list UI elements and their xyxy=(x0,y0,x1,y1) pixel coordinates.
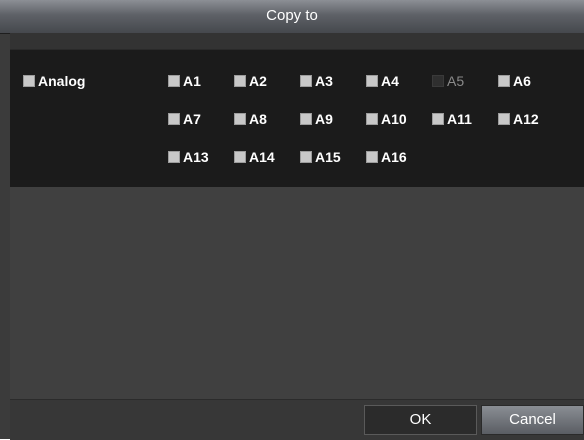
checkbox-a11[interactable] xyxy=(432,113,444,125)
checkbox-a10[interactable] xyxy=(366,113,378,125)
channel-label-a14: A14 xyxy=(249,149,275,165)
checkbox-a3[interactable] xyxy=(300,75,312,87)
channel-checkbox-a6[interactable]: A6 xyxy=(498,73,531,89)
channel-label-a5: A5 xyxy=(447,73,465,89)
channel-label-a6: A6 xyxy=(513,73,531,89)
channel-label-a13: A13 xyxy=(183,149,209,165)
channel-checkbox-a5: A5 xyxy=(432,73,464,89)
empty-content-area xyxy=(10,187,584,399)
analog-label: Analog xyxy=(38,73,86,89)
channel-label-a7: A7 xyxy=(183,111,201,127)
channel-checkbox-a12[interactable]: A12 xyxy=(498,111,539,127)
dialog-title: Copy to xyxy=(0,0,584,34)
ok-button[interactable]: OK xyxy=(364,405,477,435)
channel-label-a3: A3 xyxy=(315,73,333,89)
channel-checkbox-a11[interactable]: A11 xyxy=(432,111,472,127)
analog-checkbox[interactable] xyxy=(23,75,35,87)
cancel-button[interactable]: Cancel xyxy=(481,405,584,435)
checkbox-a5 xyxy=(432,75,444,87)
copy-to-dialog: Copy to Analog A1 A2 A3 A4 A5 A6 A7 A8 A… xyxy=(0,0,584,440)
checkbox-a8[interactable] xyxy=(234,113,246,125)
channel-label-a8: A8 xyxy=(249,111,267,127)
channel-checkbox-a2[interactable]: A2 xyxy=(234,73,267,89)
checkbox-a4[interactable] xyxy=(366,75,378,87)
channel-checkbox-a13[interactable]: A13 xyxy=(168,149,209,165)
channel-label-a2: A2 xyxy=(249,73,267,89)
channel-label-a1: A1 xyxy=(183,73,201,89)
channel-label-a15: A15 xyxy=(315,149,341,165)
checkbox-a1[interactable] xyxy=(168,75,180,87)
channel-checkbox-a10[interactable]: A10 xyxy=(366,111,407,127)
channel-checkbox-a8[interactable]: A8 xyxy=(234,111,267,127)
channel-label-a4: A4 xyxy=(381,73,399,89)
checkbox-a13[interactable] xyxy=(168,151,180,163)
channel-checkbox-a15[interactable]: A15 xyxy=(300,149,341,165)
checkbox-a2[interactable] xyxy=(234,75,246,87)
checkbox-a16[interactable] xyxy=(366,151,378,163)
channel-panel: Analog A1 A2 A3 A4 A5 A6 A7 A8 A9 A10 A1… xyxy=(10,49,584,188)
channel-label-a9: A9 xyxy=(315,111,333,127)
channel-checkbox-a9[interactable]: A9 xyxy=(300,111,333,127)
title-separator xyxy=(10,33,584,49)
channel-checkbox-a14[interactable]: A14 xyxy=(234,149,275,165)
checkbox-a7[interactable] xyxy=(168,113,180,125)
checkbox-a6[interactable] xyxy=(498,75,510,87)
channel-checkbox-a3[interactable]: A3 xyxy=(300,73,333,89)
channel-label-a12: A12 xyxy=(513,111,539,127)
channel-label-a16: A16 xyxy=(381,149,407,165)
channel-label-a11: A11 xyxy=(447,111,472,127)
channel-checkbox-a4[interactable]: A4 xyxy=(366,73,399,89)
channel-checkbox-a7[interactable]: A7 xyxy=(168,111,201,127)
checkbox-a12[interactable] xyxy=(498,113,510,125)
checkbox-a9[interactable] xyxy=(300,113,312,125)
channel-checkbox-a1[interactable]: A1 xyxy=(168,73,201,89)
channel-label-a10: A10 xyxy=(381,111,407,127)
checkbox-a14[interactable] xyxy=(234,151,246,163)
analog-checkbox-item[interactable]: Analog xyxy=(23,73,85,89)
checkbox-a15[interactable] xyxy=(300,151,312,163)
channel-checkbox-a16[interactable]: A16 xyxy=(366,149,407,165)
